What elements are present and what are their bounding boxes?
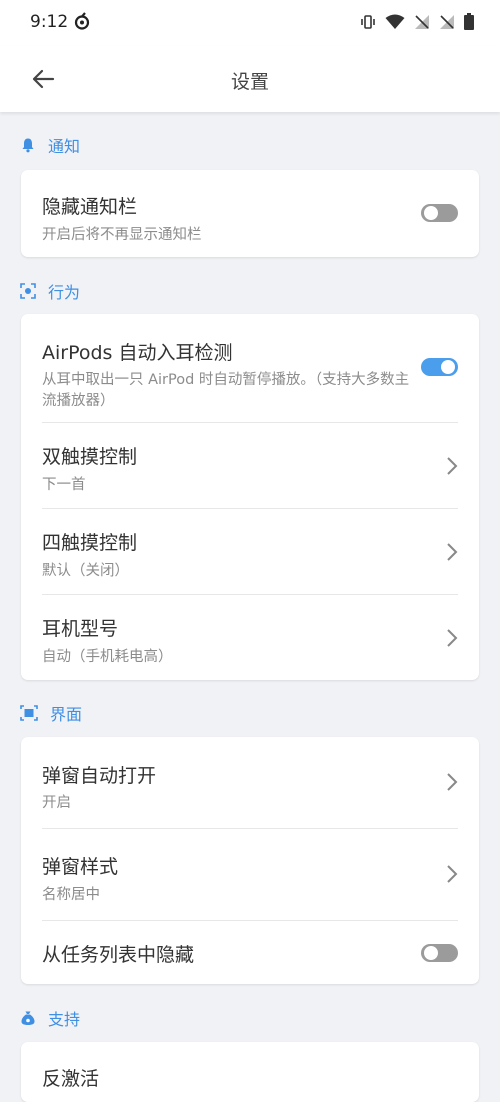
wifi-icon bbox=[385, 14, 405, 29]
money-bag-icon bbox=[21, 1011, 35, 1025]
section-header-support: 支持 bbox=[20, 1006, 80, 1030]
section-title: 通知 bbox=[48, 137, 81, 156]
section-title: 行为 bbox=[48, 283, 81, 302]
status-time: 9:12 bbox=[30, 12, 69, 32]
ear-detection-toggle[interactable] bbox=[421, 358, 458, 376]
chevron-right-icon bbox=[447, 773, 458, 791]
section-header-notification: 通知 bbox=[20, 133, 80, 157]
setting-hide-notification[interactable]: 隐藏通知栏 开启后将不再显示通知栏 bbox=[21, 170, 479, 257]
setting-airpods-ear-detection[interactable]: AirPods 自动入耳检测 从耳中取出一只 AirPod 时自动暂停播放。（支… bbox=[21, 314, 479, 422]
setting-subtitle: 默认（关闭） bbox=[42, 563, 129, 579]
chevron-right-icon bbox=[447, 543, 458, 561]
card-notification: 隐藏通知栏 开启后将不再显示通知栏 bbox=[21, 170, 479, 257]
vibrate-icon bbox=[361, 14, 375, 29]
setting-title: AirPods 自动入耳检测 bbox=[42, 342, 233, 364]
signal-off-icon-2 bbox=[440, 14, 454, 29]
page-title: 设置 bbox=[230, 71, 269, 93]
setting-title: 反激活 bbox=[42, 1068, 100, 1090]
app-bar: 设置 bbox=[0, 46, 500, 112]
setting-title: 弹窗自动打开 bbox=[42, 765, 157, 787]
setting-subtitle: 自动（手机耗电高） bbox=[42, 649, 173, 665]
section-header-interface: 界面 bbox=[20, 701, 82, 725]
window-icon bbox=[20, 705, 38, 721]
card-support: 反激活 bbox=[21, 1042, 479, 1102]
gesture-icon bbox=[20, 283, 36, 299]
setting-subtitle: 开启 bbox=[42, 795, 71, 811]
setting-subtitle: 名称居中 bbox=[42, 887, 100, 903]
bell-icon bbox=[22, 138, 34, 153]
chevron-right-icon bbox=[447, 457, 458, 475]
card-behavior: AirPods 自动入耳检测 从耳中取出一只 AirPod 时自动暂停播放。（支… bbox=[21, 314, 479, 680]
app-notification-icon bbox=[74, 12, 90, 30]
setting-title: 从任务列表中隐藏 bbox=[42, 944, 195, 966]
battery-icon bbox=[464, 13, 474, 30]
chevron-right-icon bbox=[447, 865, 458, 883]
setting-title: 弹窗样式 bbox=[42, 856, 119, 878]
chevron-right-icon bbox=[447, 629, 458, 647]
status-bar: 9:12 bbox=[0, 0, 500, 46]
section-title: 界面 bbox=[50, 705, 83, 724]
setting-title: 耳机型号 bbox=[42, 618, 119, 640]
section-title: 支持 bbox=[48, 1010, 81, 1029]
card-interface: 弹窗自动打开 开启 弹窗样式 名称居中 从任务列表中隐藏 bbox=[21, 737, 479, 984]
setting-subtitle: 开启后将不再显示通知栏 bbox=[42, 227, 202, 243]
section-header-behavior: 行为 bbox=[20, 279, 80, 303]
setting-popup-style[interactable]: 弹窗样式 名称居中 bbox=[21, 828, 479, 920]
setting-hide-from-recents[interactable]: 从任务列表中隐藏 bbox=[21, 920, 479, 984]
setting-headset-model[interactable]: 耳机型号 自动（手机耗电高） bbox=[21, 594, 479, 680]
setting-deactivate[interactable]: 反激活 bbox=[21, 1042, 479, 1102]
setting-subtitle: 下一首 bbox=[42, 477, 86, 493]
setting-double-touch[interactable]: 双触摸控制 下一首 bbox=[21, 422, 479, 508]
hide-notification-toggle[interactable] bbox=[421, 204, 458, 222]
setting-title: 四触摸控制 bbox=[42, 532, 138, 554]
signal-off-icon bbox=[415, 14, 429, 29]
setting-title: 隐藏通知栏 bbox=[42, 196, 138, 218]
setting-quad-touch[interactable]: 四触摸控制 默认（关闭） bbox=[21, 508, 479, 594]
setting-title: 双触摸控制 bbox=[42, 446, 138, 468]
setting-popup-auto-open[interactable]: 弹窗自动打开 开启 bbox=[21, 737, 479, 828]
hide-from-recents-toggle[interactable] bbox=[421, 944, 458, 962]
setting-subtitle: 从耳中取出一只 AirPod 时自动暂停播放。（支持大多数主流播放器） bbox=[42, 372, 410, 409]
